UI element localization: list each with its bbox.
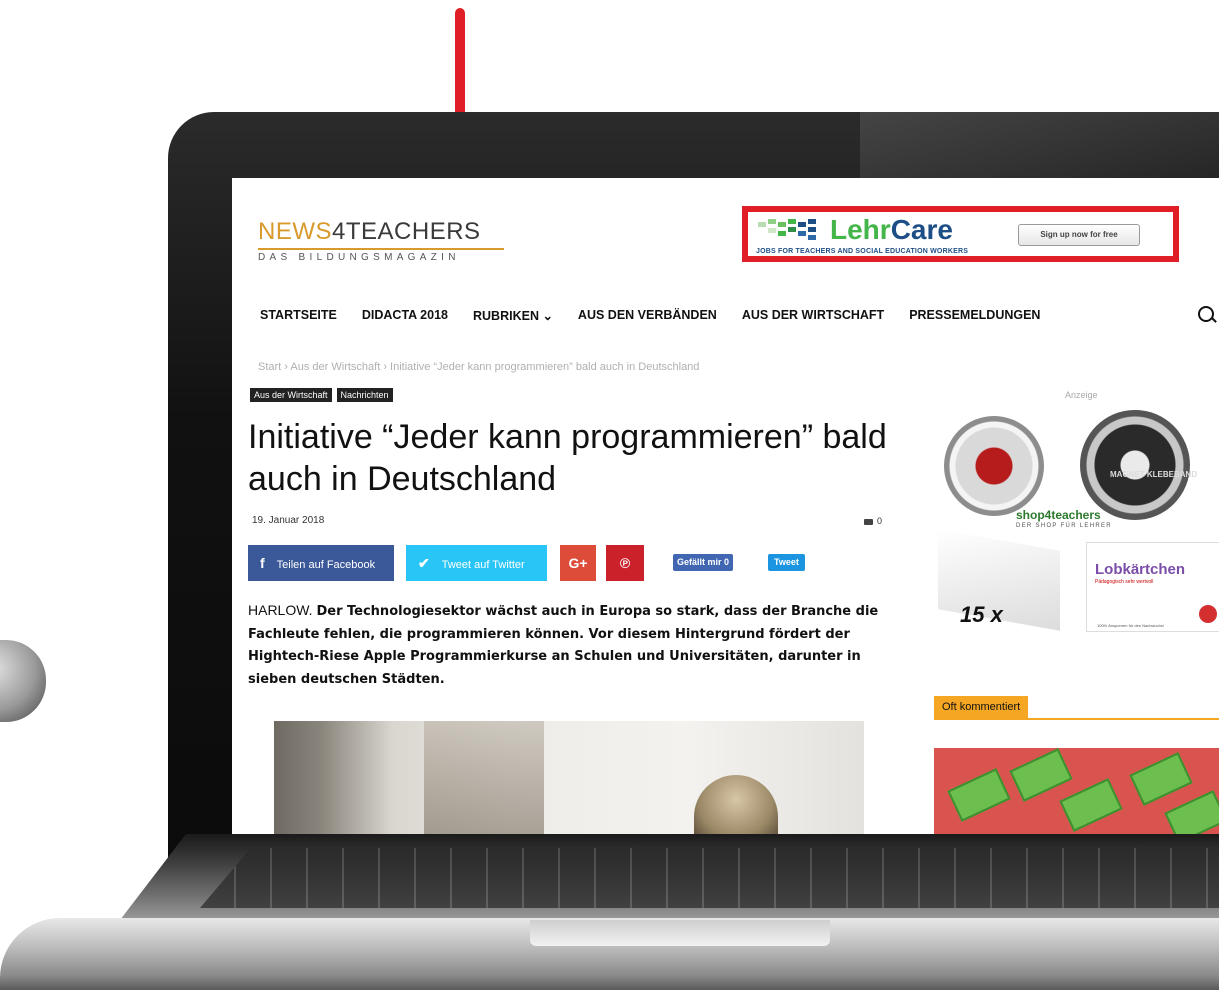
breadcrumb[interactable]: Start › Aus der Wirtschaft › Initiative … — [258, 361, 699, 373]
tape-label: MAGNET KLEBEBAND — [1110, 470, 1198, 479]
lehrcare-brand: LehrCare — [830, 214, 953, 246]
brand-care: Care — [890, 214, 953, 245]
tab-oft-kommentiert[interactable]: Oft kommentiert — [934, 696, 1029, 718]
browser-screen: NEWS4TEACHERS DAS BILDUNGSMAGAZIN LehrCa… — [232, 178, 1219, 834]
box-count-label: 15 x — [960, 602, 1003, 627]
timer-product-image[interactable] — [944, 416, 1044, 516]
lid-reflection — [860, 112, 1219, 182]
search-icon[interactable] — [1198, 306, 1214, 322]
facebook-icon: f — [260, 555, 265, 571]
money-bill-icon — [1164, 790, 1219, 834]
twitter-icon: ✔ — [418, 555, 430, 571]
share-gplus-button[interactable]: G+ — [560, 545, 596, 581]
ad-label: Anzeige — [1065, 390, 1098, 400]
tag-wirtschaft[interactable]: Aus der Wirtschaft — [250, 388, 332, 402]
lobkaertchen-foot: 100% Anspornen für den Nachwuchs! — [1097, 623, 1164, 628]
share-facebook-label: Teilen auf Facebook — [276, 559, 376, 571]
brand-lehr: Lehr — [830, 214, 891, 245]
main-nav: STARTSEITE DIDACTA 2018 RUBRIKEN ⌄ AUS D… — [260, 308, 1065, 323]
share-twitter-label: Tweet auf Twitter — [441, 559, 525, 571]
lehrcare-ad-banner[interactable]: LehrCare JOBS FOR TEACHERS AND SOCIAL ED… — [742, 206, 1179, 262]
lobkaertchen-product[interactable]: Lobkärtchen Pädagogisch sehr wertvoll 10… — [1086, 542, 1219, 632]
magnet-tape-product-image[interactable] — [1080, 410, 1190, 520]
money-bill-icon — [947, 768, 1011, 822]
lehrcare-tagline: JOBS FOR TEACHERS AND SOCIAL EDUCATION W… — [756, 248, 969, 255]
photo-person — [694, 775, 778, 834]
lead-text: Der Technologiesektor wächst auch in Eur… — [248, 604, 879, 687]
nav-rubriken[interactable]: RUBRIKEN ⌄ — [473, 308, 553, 323]
facebook-like-button[interactable]: Gefällt mir 0 — [673, 554, 734, 571]
nav-verbaende[interactable]: AUS DEN VERBÄNDEN — [578, 308, 717, 323]
lead-place: HARLOW. — [248, 602, 313, 618]
article-date: 19. Januar 2018 — [252, 515, 325, 526]
article-lead: HARLOW. Der Technologiesektor wächst auc… — [248, 600, 888, 690]
shop-subtitle: DER SHOP FÜR LEHRER — [1016, 523, 1112, 529]
laptop-background-object — [0, 640, 46, 722]
photo-shelf — [424, 721, 544, 834]
laptop-trackpad-notch — [530, 920, 830, 946]
lobkaertchen-title: Lobkärtchen — [1095, 561, 1186, 578]
lobkaertchen-subtitle: Pädagogisch sehr wertvoll — [1095, 579, 1154, 585]
money-bill-icon — [1009, 748, 1073, 802]
share-facebook-button[interactable]: f Teilen auf Facebook — [248, 545, 394, 581]
comment-icon — [864, 518, 873, 525]
share-twitter-button[interactable]: ✔ Tweet auf Twitter — [406, 545, 547, 581]
logo-news: NEWS — [258, 218, 332, 245]
nav-didacta[interactable]: DIDACTA 2018 — [362, 308, 448, 323]
share-pinterest-button[interactable]: ℗ — [606, 545, 644, 581]
money-bill-icon — [1059, 778, 1123, 832]
logo-teachers: 4TEACHERS — [332, 218, 481, 245]
laptop-keyboard — [200, 848, 1219, 908]
comment-count[interactable]: 0 — [864, 516, 882, 526]
comment-count-value: 0 — [877, 516, 883, 526]
money-article-image[interactable] — [934, 748, 1219, 834]
article-photo — [274, 721, 864, 834]
article-title: Initiative “Jeder kann programmieren” ba… — [248, 418, 887, 498]
money-bill-icon — [1129, 752, 1193, 806]
section-divider — [934, 718, 1219, 720]
sign-up-button[interactable]: Sign up now for free — [1018, 224, 1140, 246]
tag-nachrichten[interactable]: Nachrichten — [336, 388, 393, 402]
nav-pressemeldungen[interactable]: PRESSEMELDUNGEN — [909, 308, 1040, 323]
super-badge-icon — [1199, 605, 1217, 623]
nav-startseite[interactable]: STARTSEITE — [260, 308, 337, 323]
site-logo[interactable]: NEWS4TEACHERS DAS BILDUNGSMAGAZIN — [258, 218, 504, 263]
nav-wirtschaft[interactable]: AUS DER WIRTSCHAFT — [742, 308, 884, 323]
shop4teachers-logo[interactable]: shop4teachers — [1016, 508, 1101, 522]
logo-subtitle: DAS BILDUNGSMAGAZIN — [258, 252, 460, 263]
lehrcare-logo-icon — [758, 219, 824, 241]
logo-underline — [258, 248, 504, 250]
tweet-button[interactable]: Tweet — [768, 554, 805, 571]
category-tags: Aus der Wirtschaft Nachrichten — [250, 388, 393, 402]
